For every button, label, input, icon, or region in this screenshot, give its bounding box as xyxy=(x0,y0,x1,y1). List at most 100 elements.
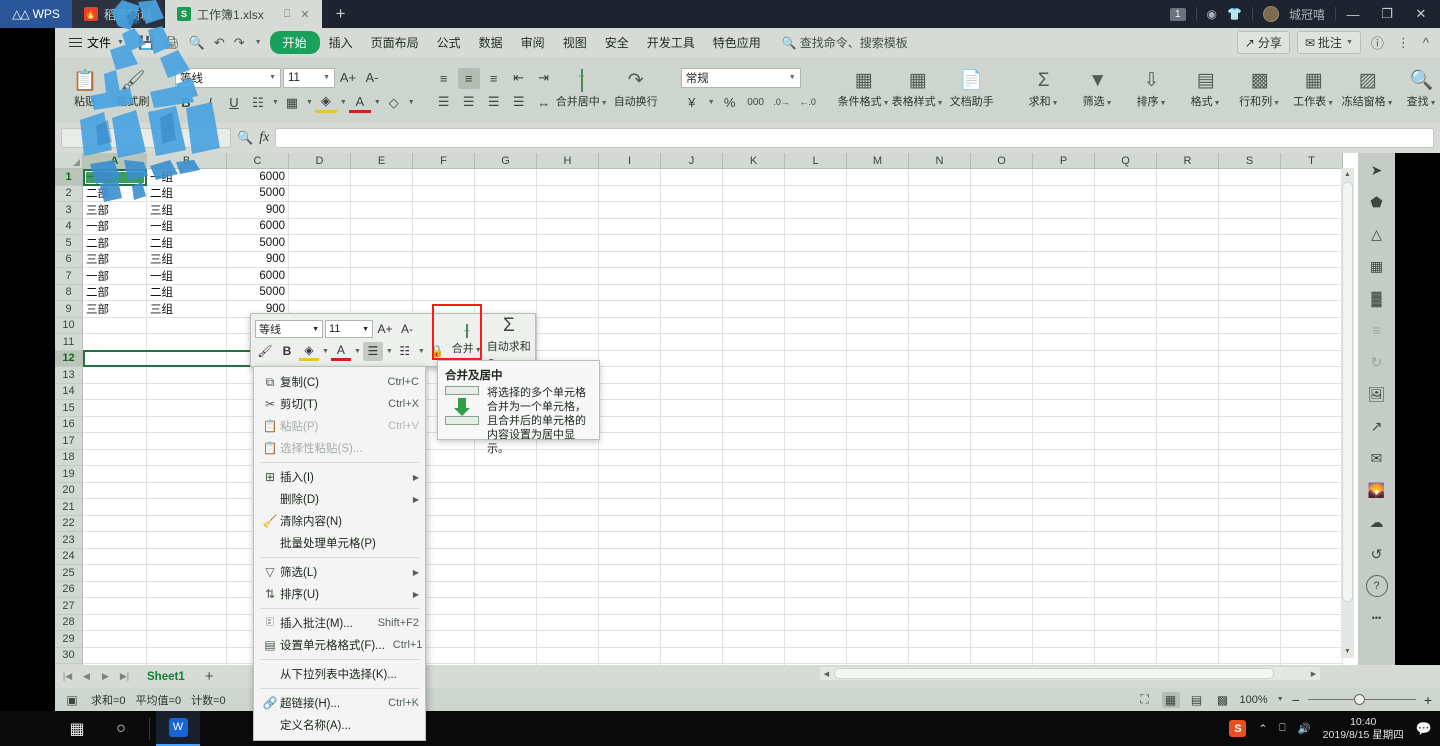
cell-A19[interactable] xyxy=(83,466,147,483)
vertical-scrollbar[interactable]: ▲ ▼ xyxy=(1341,168,1354,658)
more-vertical-icon[interactable]: ⋮ xyxy=(1394,35,1413,51)
cell-N2[interactable] xyxy=(909,185,971,202)
border-icon[interactable]: ☷ xyxy=(247,92,269,113)
cell-M11[interactable] xyxy=(847,334,909,351)
cell-A5[interactable]: 二部 xyxy=(83,235,147,252)
cell-R2[interactable] xyxy=(1157,185,1219,202)
cell-J27[interactable] xyxy=(661,598,723,615)
cell-N10[interactable] xyxy=(909,317,971,334)
cell-J21[interactable] xyxy=(661,499,723,516)
cell-M19[interactable] xyxy=(847,466,909,483)
cell-K24[interactable] xyxy=(723,548,785,565)
cell-S16[interactable] xyxy=(1219,416,1281,433)
cell-H21[interactable] xyxy=(537,499,599,516)
cell-A10[interactable] xyxy=(83,317,147,334)
cell-J23[interactable] xyxy=(661,532,723,549)
worksheet-button[interactable]: ▦ 工作表▼ xyxy=(1287,61,1341,119)
cell-A16[interactable] xyxy=(83,416,147,433)
cell-N28[interactable] xyxy=(909,614,971,631)
cell-M29[interactable] xyxy=(847,631,909,648)
close-icon[interactable]: ✕ xyxy=(300,8,309,21)
align-bottom-icon[interactable]: ≡ xyxy=(483,68,505,89)
column-header-R[interactable]: R xyxy=(1157,153,1219,169)
cell-N25[interactable] xyxy=(909,565,971,582)
row-header-29[interactable]: 29 xyxy=(55,631,83,648)
cell-H26[interactable] xyxy=(537,581,599,598)
cell-P13[interactable] xyxy=(1033,367,1095,384)
cell-Q24[interactable] xyxy=(1095,548,1157,565)
cell-N19[interactable] xyxy=(909,466,971,483)
file-menu-button[interactable]: 文件 ▼ xyxy=(63,31,130,54)
cell-O1[interactable] xyxy=(971,169,1033,186)
cell-Q28[interactable] xyxy=(1095,614,1157,631)
cell-K11[interactable] xyxy=(723,334,785,351)
horizontal-scrollbar[interactable]: ◀ ▶ xyxy=(820,667,1320,680)
cell-R7[interactable] xyxy=(1157,268,1219,285)
sort-button[interactable]: ⇩ 排序▼ xyxy=(1125,61,1179,119)
cell-T9[interactable] xyxy=(1281,301,1343,318)
cell-P12[interactable] xyxy=(1033,350,1095,367)
cell-M9[interactable] xyxy=(847,301,909,318)
align-middle-icon[interactable]: ≡ xyxy=(457,67,480,89)
cell-B22[interactable] xyxy=(147,515,227,532)
cell-O8[interactable] xyxy=(971,284,1033,301)
command-search[interactable]: 🔍 查找命令、搜索模板 xyxy=(782,34,908,51)
cell-A21[interactable] xyxy=(83,499,147,516)
cell-A25[interactable] xyxy=(83,565,147,582)
cell-T26[interactable] xyxy=(1281,581,1343,598)
cell-O17[interactable] xyxy=(971,433,1033,450)
cell-M14[interactable] xyxy=(847,383,909,400)
cell-B12[interactable] xyxy=(147,350,227,367)
tab-view[interactable]: 视图 xyxy=(554,31,596,54)
row-header-12[interactable]: 12 xyxy=(55,350,83,367)
help-icon[interactable]: ? xyxy=(1365,575,1388,597)
mini-shrink-font-button[interactable]: A- xyxy=(397,320,417,339)
cell-J14[interactable] xyxy=(661,383,723,400)
cell-O27[interactable] xyxy=(971,598,1033,615)
cell-F4[interactable] xyxy=(413,218,475,235)
cell-S5[interactable] xyxy=(1219,235,1281,252)
row-header-10[interactable]: 10 xyxy=(55,317,83,334)
new-tab-button[interactable]: + xyxy=(322,0,359,28)
cell-Q7[interactable] xyxy=(1095,268,1157,285)
cell-M1[interactable] xyxy=(847,169,909,186)
cell-H28[interactable] xyxy=(537,614,599,631)
tab-page-layout[interactable]: 页面布局 xyxy=(362,31,428,54)
cell-N20[interactable] xyxy=(909,482,971,499)
help-icon[interactable]: ⓘ xyxy=(1368,33,1387,52)
cell-R26[interactable] xyxy=(1157,581,1219,598)
cell-Q21[interactable] xyxy=(1095,499,1157,516)
cell-P18[interactable] xyxy=(1033,449,1095,466)
cell-P28[interactable] xyxy=(1033,614,1095,631)
cell-T28[interactable] xyxy=(1281,614,1343,631)
cell-L23[interactable] xyxy=(785,532,847,549)
cell-D1[interactable] xyxy=(289,169,351,186)
fill-color-icon[interactable]: ◈ xyxy=(314,92,337,113)
cell-F8[interactable] xyxy=(413,284,475,301)
decrease-decimal-icon[interactable]: ←.0 xyxy=(797,92,819,113)
cell-Q18[interactable] xyxy=(1095,449,1157,466)
cell-O7[interactable] xyxy=(971,268,1033,285)
zoom-knob[interactable] xyxy=(1353,694,1365,705)
cell-T23[interactable] xyxy=(1281,532,1343,549)
cell-S29[interactable] xyxy=(1219,631,1281,648)
cell-H30[interactable] xyxy=(537,647,599,664)
cell-M30[interactable] xyxy=(847,647,909,664)
cell-E3[interactable] xyxy=(351,202,413,219)
cell-L19[interactable] xyxy=(785,466,847,483)
cell-P23[interactable] xyxy=(1033,532,1095,549)
row-header-8[interactable]: 8 xyxy=(55,284,83,301)
row-header-3[interactable]: 3 xyxy=(55,202,83,219)
cell-S26[interactable] xyxy=(1219,581,1281,598)
menu-item[interactable]: ✂ 剪切(T) Ctrl+X xyxy=(254,393,425,415)
cell-S2[interactable] xyxy=(1219,185,1281,202)
search-circle-icon[interactable]: ○ xyxy=(99,711,143,746)
cell-I24[interactable] xyxy=(599,548,661,565)
cell-C1[interactable]: 6000 xyxy=(227,169,289,186)
cell-B24[interactable] xyxy=(147,548,227,565)
tab-data[interactable]: 数据 xyxy=(470,31,512,54)
cell-J30[interactable] xyxy=(661,647,723,664)
cell-N1[interactable] xyxy=(909,169,971,186)
cell-G5[interactable] xyxy=(475,235,537,252)
cell-L26[interactable] xyxy=(785,581,847,598)
